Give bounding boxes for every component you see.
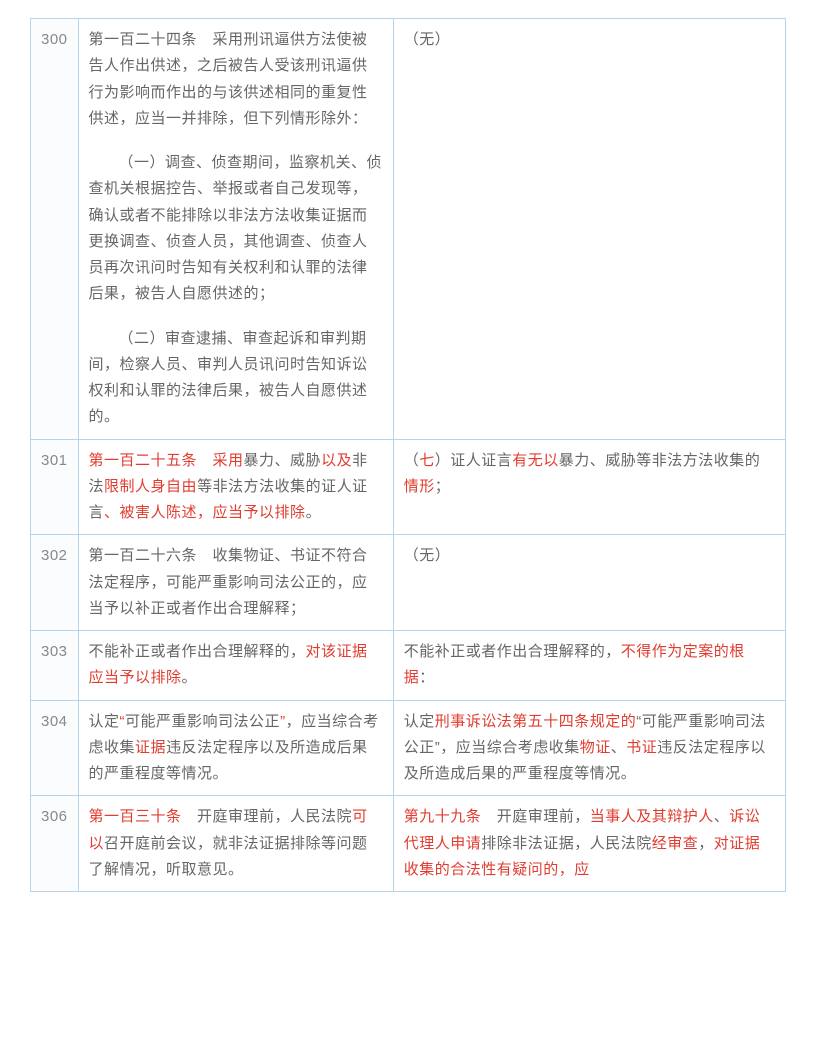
table-row: 304认定“可能严重影响司法公正”，应当综合考虑收集证据违反法定程序以及所造成后… (31, 700, 786, 796)
table-row: 300第一百二十四条 采用刑讯逼供方法使被告人作出供述，之后被告人受该刑讯逼供行… (31, 19, 786, 440)
left-cell: 第一百二十四条 采用刑讯逼供方法使被告人作出供述，之后被告人受该刑讯逼供行为影响… (78, 19, 393, 440)
table-row: 306第一百三十条 开庭审理前，人民法院可以召开庭前会议，就非法证据排除等问题了… (31, 796, 786, 892)
text-segment: 、 (611, 739, 627, 756)
text-segment: 认定 (89, 713, 120, 730)
left-cell: 不能补正或者作出合理解释的，对该证据应当予以排除。 (78, 631, 393, 701)
row-number: 304 (31, 700, 79, 796)
text-segment: 七 (419, 452, 435, 469)
left-cell: 第一百二十五条 采用暴力、威胁以及非法限制人身自由等非法方法收集的证人证言、被害… (78, 439, 393, 535)
row-number: 301 (31, 439, 79, 535)
text-segment: 开庭审理前，人民法院 (182, 808, 353, 825)
row-number: 300 (31, 19, 79, 440)
row-number: 306 (31, 796, 79, 892)
text-segment: 不能补正或者作出合理解释的， (89, 643, 306, 660)
text-segment: 限制人身自由 (104, 478, 197, 495)
right-cell: 不能补正或者作出合理解释的，不得作为定案的根据： (393, 631, 785, 701)
text-segment: 书证 (626, 739, 657, 756)
table-row: 303不能补正或者作出合理解释的，对该证据应当予以排除。不能补正或者作出合理解释… (31, 631, 786, 701)
text-segment: 有无以 (512, 452, 559, 469)
text-segment: 。 (306, 504, 322, 521)
text-segment: 暴力、威胁 (244, 452, 322, 469)
table-row: 302第一百二十六条 收集物证、书证不符合法定程序，可能严重影响司法公正的，应当… (31, 535, 786, 631)
row-number: 303 (31, 631, 79, 701)
text-segment: 证据 (135, 739, 166, 756)
text-segment: 第一百二十四条 采用刑讯逼供方法使被告人作出供述，之后被告人受该刑讯逼供行为影响… (89, 31, 368, 127)
text-segment: 当事人及其辩护人 (590, 808, 714, 825)
text-segment: 物证 (580, 739, 611, 756)
text-segment: 刑事诉讼法第五十四条规定的 (435, 713, 637, 730)
text-segment: 可能严重影响司法公正 (125, 713, 280, 730)
text-segment: 。 (182, 669, 198, 686)
text-segment: 第一百三十条 (89, 808, 182, 825)
row-number: 302 (31, 535, 79, 631)
right-cell: （七）证人证言有无以暴力、威胁等非法方法收集的情形； (393, 439, 785, 535)
text-segment: （ (404, 452, 420, 469)
right-cell: （无） (393, 535, 785, 631)
left-cell: 认定“可能严重影响司法公正”，应当综合考虑收集证据违反法定程序以及所造成后果的严… (78, 700, 393, 796)
left-cell: 第一百二十六条 收集物证、书证不符合法定程序，可能严重影响司法公正的，应当予以补… (78, 535, 393, 631)
text-segment: 暴力、威胁等非法方法收集的 (559, 452, 761, 469)
text-segment: （二）审查逮捕、审查起诉和审判期间，检察人员、审判人员讯问时告知诉讼权利和认罪的… (89, 330, 368, 426)
right-cell: （无） (393, 19, 785, 440)
text-segment: （一）调查、侦查期间，监察机关、侦查机关根据控告、举报或者自己发现等，确认或者不… (89, 154, 383, 302)
text-segment: ）证人证言 (435, 452, 513, 469)
text-segment: 召开庭前会议，就非法证据排除等问题了解情况，听取意见。 (89, 835, 368, 878)
right-cell: 第九十九条 开庭审理前，当事人及其辩护人、诉讼代理人申请排除非法证据，人民法院经… (393, 796, 785, 892)
left-cell: 第一百三十条 开庭审理前，人民法院可以召开庭前会议，就非法证据排除等问题了解情况… (78, 796, 393, 892)
text-segment: （无） (404, 31, 451, 48)
text-segment: ： (419, 669, 435, 686)
text-segment: ； (435, 478, 451, 495)
text-segment: 以及 (321, 452, 352, 469)
text-segment: 认定 (404, 713, 435, 730)
text-segment: 情形 (404, 478, 435, 495)
text-segment: 经审查 (652, 835, 699, 852)
text-segment: 、被害人陈述，应当予以排除 (104, 504, 306, 521)
comparison-table: 300第一百二十四条 采用刑讯逼供方法使被告人作出供述，之后被告人受该刑讯逼供行… (30, 18, 786, 892)
text-segment: 排除非法证据，人民法院 (481, 835, 652, 852)
right-cell: 认定刑事诉讼法第五十四条规定的“可能严重影响司法公正”，应当综合考虑收集物证、书… (393, 700, 785, 796)
text-segment: 第一百二十六条 收集物证、书证不符合法定程序，可能严重影响司法公正的，应当予以补… (89, 547, 368, 617)
text-segment: ， (698, 835, 714, 852)
text-segment: （无） (404, 547, 451, 564)
text-segment: 开庭审理前， (481, 808, 590, 825)
text-segment: 、 (714, 808, 730, 825)
text-segment: 第一百二十五条 采用 (89, 452, 244, 469)
text-segment: 第九十九条 (404, 808, 482, 825)
text-segment: 不能补正或者作出合理解释的， (404, 643, 621, 660)
table-row: 301第一百二十五条 采用暴力、威胁以及非法限制人身自由等非法方法收集的证人证言… (31, 439, 786, 535)
